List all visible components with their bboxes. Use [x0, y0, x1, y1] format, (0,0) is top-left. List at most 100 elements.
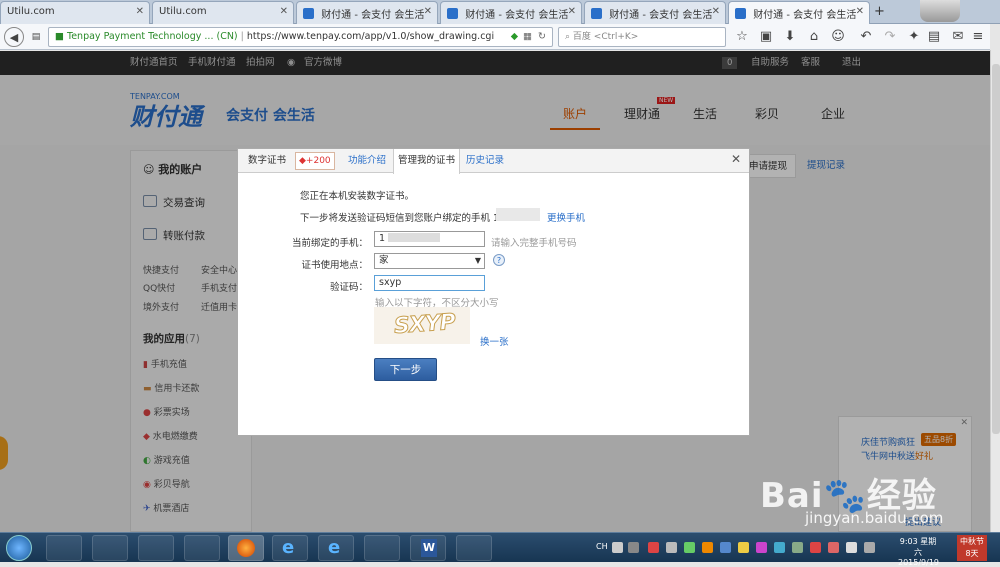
tab-history[interactable]: 历史记录	[462, 149, 508, 173]
firefox-icon	[237, 539, 255, 557]
security-label: Tenpay Payment Technology ... (CN)	[67, 31, 238, 42]
save-icon[interactable]: ▤	[924, 27, 944, 47]
chevron-down-icon: ▼	[474, 256, 481, 265]
home-icon[interactable]: ⌂	[804, 27, 824, 47]
close-tab-icon[interactable]: ✕	[712, 6, 720, 17]
close-dialog-icon[interactable]: ✕	[731, 152, 741, 166]
start-button[interactable]	[6, 535, 32, 561]
addon-icon[interactable]: ✦	[904, 27, 924, 47]
tray-icon[interactable]	[828, 542, 839, 553]
help-icon[interactable]: ?	[493, 254, 505, 266]
browser-tab-bar: Utilu.com ✕ Utilu.com ✕ 财付通 - 会支付 会生活 ✕ …	[0, 0, 1000, 24]
tab-title: 财付通 - 会支付 会生活	[465, 10, 569, 21]
tab-manage-certs[interactable]: 管理我的证书	[393, 149, 461, 174]
next-step-button[interactable]: 下一步	[374, 358, 437, 381]
browser-tab[interactable]: 财付通 - 会支付 会生活 ✕	[440, 1, 582, 24]
tray-icon[interactable]	[628, 542, 639, 553]
close-tab-icon[interactable]: ✕	[280, 6, 288, 17]
clock-time: 9:03 星期六	[899, 537, 937, 557]
message-icon[interactable]: ✉	[948, 27, 968, 47]
captcha-input[interactable]: sxyp	[374, 275, 485, 291]
change-phone-link[interactable]: 更换手机	[547, 210, 585, 224]
taskbar-app-ie2[interactable]: e	[318, 535, 354, 561]
taskbar-app-tool[interactable]	[92, 535, 128, 561]
address-bar[interactable]: ■ Tenpay Payment Technology ... (CN) | h…	[48, 27, 553, 47]
tray-icon[interactable]	[774, 542, 785, 553]
browser-tab[interactable]: 财付通 - 会支付 会生活 ✕	[584, 1, 726, 24]
intro-text: 您正在本机安装数字证书。	[300, 191, 415, 202]
taskbar-app-qt[interactable]	[364, 535, 400, 561]
reload-icon[interactable]: ↻	[538, 28, 546, 46]
points-badge[interactable]: ◆+200	[295, 152, 335, 170]
window-controls[interactable]	[920, 0, 960, 22]
back-button[interactable]: ◀	[4, 27, 24, 47]
tray-icon[interactable]	[738, 542, 749, 553]
word-icon: W	[421, 539, 437, 557]
tray-icon[interactable]	[756, 542, 767, 553]
captcha-image: SXYP	[374, 307, 470, 344]
tray-icon[interactable]	[846, 542, 857, 553]
tab-feature-intro[interactable]: 功能介绍	[344, 149, 390, 173]
qr-icon[interactable]: ▦	[523, 28, 532, 46]
close-tab-icon[interactable]: ✕	[136, 6, 144, 17]
tray-icon[interactable]	[720, 542, 731, 553]
browser-tab[interactable]: Utilu.com ✕	[152, 1, 294, 24]
download-icon[interactable]: ⬇	[780, 27, 800, 47]
network-icon[interactable]	[666, 542, 677, 553]
ie-icon: e	[282, 537, 295, 558]
phone-label: 当前绑定的手机：	[291, 238, 368, 249]
location-select[interactable]: 家 ▼	[374, 253, 485, 269]
scrollbar-thumb[interactable]	[992, 64, 1000, 434]
taskbar-app-qq[interactable]	[456, 535, 492, 561]
send-sms-text: 下一步将发送验证码短信到您账户绑定的手机 13	[300, 213, 506, 224]
phone-input[interactable]: 1	[374, 231, 485, 247]
keyboard-icon[interactable]	[612, 542, 623, 553]
language-indicator[interactable]: CH	[596, 542, 608, 551]
close-tab-icon[interactable]: ✕	[568, 6, 576, 17]
shield-badge-icon: ◆	[299, 156, 306, 166]
tab-title: 财付通 - 会支付 会生活	[609, 10, 713, 21]
watermark-url: jingyan.baidu.com	[805, 509, 944, 527]
taskbar-app-desktop[interactable]	[46, 535, 82, 561]
tray-icon[interactable]	[810, 542, 821, 553]
new-tab-button[interactable]: +	[874, 4, 885, 19]
holiday-widget[interactable]: 中秋节 8天	[957, 535, 987, 561]
holiday-name: 中秋节	[960, 537, 984, 546]
clock[interactable]: 9:03 星期六 2015/9/19	[898, 536, 939, 567]
ie-icon: e	[328, 537, 341, 558]
holiday-days: 8天	[965, 549, 979, 558]
close-tab-icon[interactable]: ✕	[856, 6, 864, 17]
taskbar-app-explorer[interactable]	[138, 535, 174, 561]
taskbar-app-media[interactable]	[184, 535, 220, 561]
tray-icon[interactable]	[792, 542, 803, 553]
reader-icon[interactable]: ▣	[756, 27, 776, 47]
close-tab-icon[interactable]: ✕	[424, 6, 432, 17]
tray-icon[interactable]	[648, 542, 659, 553]
history-icon[interactable]: ▤	[26, 27, 46, 47]
search-icon: ⌕	[565, 32, 571, 42]
refresh-captcha-link[interactable]: 换一张	[480, 334, 509, 348]
page-scrollbar[interactable]	[990, 50, 1000, 532]
taskbar-app-ie[interactable]: e	[272, 535, 308, 561]
bookmark-star-icon[interactable]: ☆	[732, 27, 752, 47]
tenpay-favicon-icon	[735, 8, 746, 19]
taskbar-app-word[interactable]: W	[410, 535, 446, 561]
tenpay-favicon-icon	[591, 8, 602, 19]
search-input[interactable]: ⌕ 百度 <Ctrl+K>	[558, 27, 726, 47]
menu-icon[interactable]: ≡	[968, 27, 988, 47]
undo-icon[interactable]: ↶	[856, 27, 876, 47]
tab-title: 财付通 - 会支付 会生活	[753, 10, 857, 21]
redo-icon[interactable]: ↷	[880, 27, 900, 47]
masked-value	[388, 233, 441, 242]
url-text: https://www.tenpay.com/app/v1.0/show_dra…	[246, 31, 495, 42]
tab-digital-cert[interactable]: 数字证书	[244, 149, 290, 173]
tray-icon[interactable]	[702, 542, 713, 553]
browser-tab[interactable]: Utilu.com ✕	[0, 1, 150, 24]
tab-title: Utilu.com	[7, 6, 55, 17]
chat-icon[interactable]: ☺	[828, 27, 848, 47]
taskbar-app-firefox[interactable]	[228, 535, 264, 561]
volume-icon[interactable]	[864, 542, 875, 553]
tray-icon[interactable]	[684, 542, 695, 553]
browser-tab[interactable]: 财付通 - 会支付 会生活 ✕	[296, 1, 438, 24]
browser-tab-active[interactable]: 财付通 - 会支付 会生活 ✕	[728, 1, 870, 24]
